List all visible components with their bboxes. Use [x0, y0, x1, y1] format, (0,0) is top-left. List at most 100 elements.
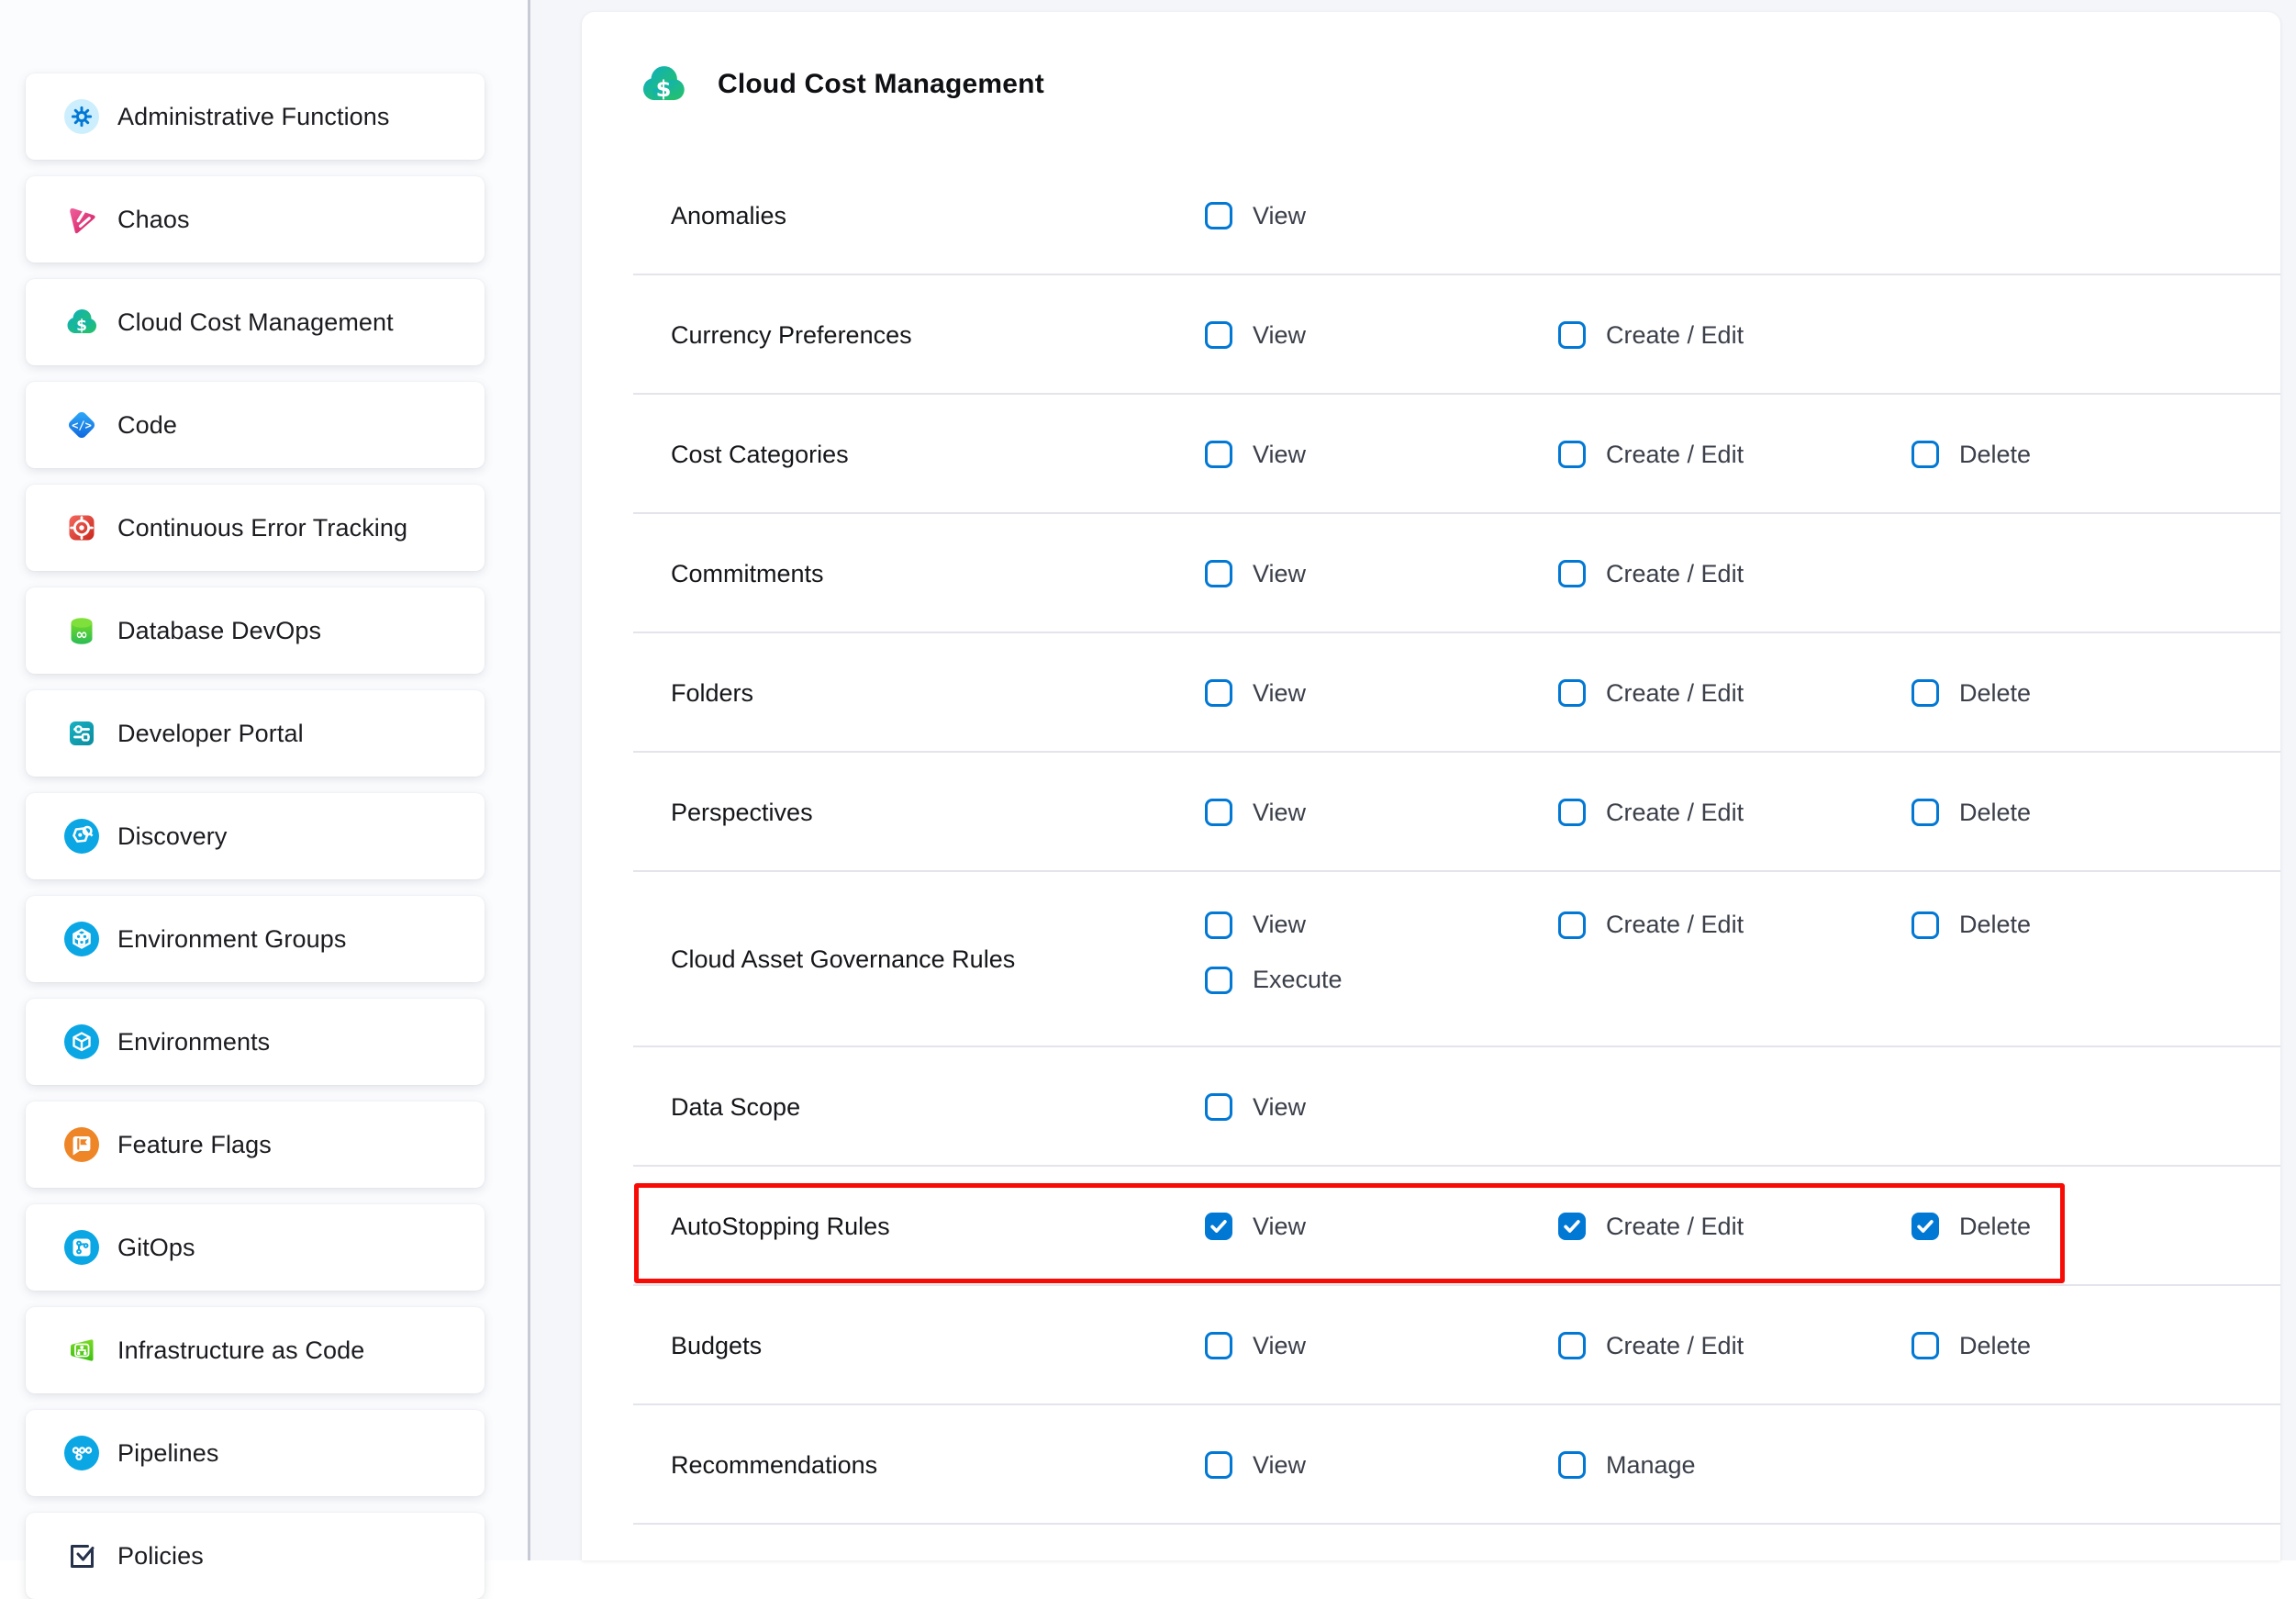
sidebar-item-label: Feature Flags	[117, 1131, 272, 1159]
view-checkbox[interactable]	[1205, 321, 1232, 349]
resource-label: Commitments	[671, 560, 1205, 588]
sidebar-item-developer-portal[interactable]: Developer Portal	[26, 690, 485, 777]
delete-checkbox[interactable]	[1911, 679, 1939, 707]
create-edit-checkbox[interactable]	[1558, 441, 1586, 468]
permission-cell: Create / Edit	[1558, 1332, 1911, 1360]
permission-row: FoldersViewCreate / EditDelete	[582, 633, 2280, 753]
target-icon	[64, 510, 99, 545]
hexagon-group-icon	[64, 922, 99, 956]
sidebar-item-label: Chaos	[117, 206, 190, 234]
permission-label: View	[1253, 1451, 1306, 1480]
permission-label: View	[1253, 799, 1306, 827]
permission-option: Delete	[1911, 1213, 2265, 1241]
sidebar-item-environment-groups[interactable]: Environment Groups	[26, 896, 485, 982]
delete-checkbox[interactable]	[1911, 1213, 1939, 1240]
view-checkbox[interactable]	[1205, 799, 1232, 826]
sidebar-item-environments[interactable]: Environments	[26, 999, 485, 1085]
sidebar-item-policies[interactable]: Policies	[26, 1513, 485, 1599]
view-checkbox[interactable]	[1205, 1451, 1232, 1479]
sidebar-item-label: Cloud Cost Management	[117, 308, 394, 337]
create-edit-checkbox[interactable]	[1558, 560, 1586, 587]
view-checkbox[interactable]	[1205, 1093, 1232, 1121]
svg-text:∞: ∞	[75, 626, 87, 643]
panel-header: $ Cloud Cost Management	[582, 12, 2280, 156]
permission-label: View	[1253, 441, 1306, 469]
view-checkbox[interactable]	[1205, 911, 1232, 939]
sidebar-item-pipelines[interactable]: Pipelines	[26, 1410, 485, 1496]
permission-label: Create / Edit	[1606, 911, 1744, 939]
permission-cell: Delete	[1911, 441, 2265, 469]
view-checkbox[interactable]	[1205, 1213, 1232, 1240]
permission-option: Delete	[1911, 911, 2265, 939]
view-checkbox[interactable]	[1205, 441, 1232, 468]
permission-label: Create / Edit	[1606, 321, 1744, 350]
permission-label: Create / Edit	[1606, 1332, 1744, 1360]
permission-cell: View	[1205, 321, 1558, 350]
modules-sidebar: Administrative Functions Chaos $Cloud Cost…	[0, 0, 529, 1560]
create-edit-checkbox[interactable]	[1558, 1332, 1586, 1359]
sidebar-item-feature-flags[interactable]: Feature Flags	[26, 1101, 485, 1188]
permission-label: Delete	[1959, 1213, 2031, 1241]
permission-option: View	[1205, 1213, 1558, 1241]
sidebar-item-label: Environment Groups	[117, 925, 346, 954]
sidebar-item-code[interactable]: </>Code	[26, 382, 485, 468]
sidebar-item-administrative-functions[interactable]: Administrative Functions	[26, 73, 485, 160]
create-edit-checkbox[interactable]	[1558, 1213, 1586, 1240]
sidebar-item-discovery[interactable]: Discovery	[26, 793, 485, 879]
resource-label: Recommendations	[671, 1451, 1205, 1480]
permission-cell: Delete	[1911, 1213, 2265, 1241]
infra-nodes-icon	[64, 1333, 99, 1368]
view-checkbox[interactable]	[1205, 560, 1232, 587]
permission-option: Manage	[1558, 1451, 1911, 1480]
execute-checkbox[interactable]	[1205, 967, 1232, 994]
svg-text:$: $	[656, 75, 672, 101]
create-edit-checkbox[interactable]	[1558, 321, 1586, 349]
cloud-dollar-icon: $	[639, 60, 688, 109]
sidebar-item-cloud-cost-management[interactable]: $Cloud Cost Management	[26, 279, 485, 365]
sidebar-item-label: Pipelines	[117, 1439, 218, 1468]
chaos-pinwheel-icon	[64, 202, 99, 237]
permission-option: Delete	[1911, 799, 2265, 827]
manage-checkbox[interactable]	[1558, 1451, 1586, 1479]
resource-label: Cost Categories	[671, 441, 1205, 469]
permission-option: View	[1205, 202, 1558, 230]
delete-checkbox[interactable]	[1911, 1332, 1939, 1359]
permission-label: View	[1253, 1332, 1306, 1360]
delete-checkbox[interactable]	[1911, 799, 1939, 826]
view-checkbox[interactable]	[1205, 679, 1232, 707]
permission-label: Delete	[1959, 679, 2031, 708]
delete-checkbox[interactable]	[1911, 441, 1939, 468]
create-edit-checkbox[interactable]	[1558, 679, 1586, 707]
permission-option: View	[1205, 1451, 1558, 1480]
permission-cell: Create / Edit	[1558, 799, 1911, 827]
permission-cell: View	[1205, 1332, 1558, 1360]
resource-label: Budgets	[671, 1332, 1205, 1360]
create-edit-checkbox[interactable]	[1558, 911, 1586, 939]
sidebar-item-infrastructure-as-code[interactable]: Infrastructure as Code	[26, 1307, 485, 1393]
permission-cell: Delete	[1911, 1332, 2265, 1360]
permission-cell: Manage	[1558, 1451, 1911, 1480]
permission-cell: View	[1205, 1093, 1558, 1122]
sidebar-item-label: Continuous Error Tracking	[117, 514, 407, 542]
delete-checkbox[interactable]	[1911, 911, 1939, 939]
permission-option: Delete	[1911, 1332, 2265, 1360]
sidebar-item-chaos[interactable]: Chaos	[26, 176, 485, 263]
cube-icon	[64, 1024, 99, 1059]
permission-label: View	[1253, 1093, 1306, 1122]
permission-label: Create / Edit	[1606, 560, 1744, 588]
permission-row: Recommendations View Manage	[582, 1405, 2280, 1525]
checkbox-check-icon	[64, 1538, 99, 1573]
sidebar-item-continuous-error-tracking[interactable]: Continuous Error Tracking	[26, 485, 485, 571]
resource-label: Perspectives	[671, 799, 1205, 827]
sidebar-item-database-devops[interactable]: ∞Database DevOps	[26, 587, 485, 674]
view-checkbox[interactable]	[1205, 202, 1232, 229]
permission-label: View	[1253, 321, 1306, 350]
panel-title: Cloud Cost Management	[718, 69, 1044, 100]
view-checkbox[interactable]	[1205, 1332, 1232, 1359]
create-edit-checkbox[interactable]	[1558, 799, 1586, 826]
sidebar-item-gitops[interactable]: GitOps	[26, 1204, 485, 1291]
permission-option: Create / Edit	[1558, 679, 1911, 708]
permission-label: Create / Edit	[1606, 799, 1744, 827]
permission-cell: Delete	[1911, 679, 2265, 708]
permission-label: Create / Edit	[1606, 679, 1744, 708]
